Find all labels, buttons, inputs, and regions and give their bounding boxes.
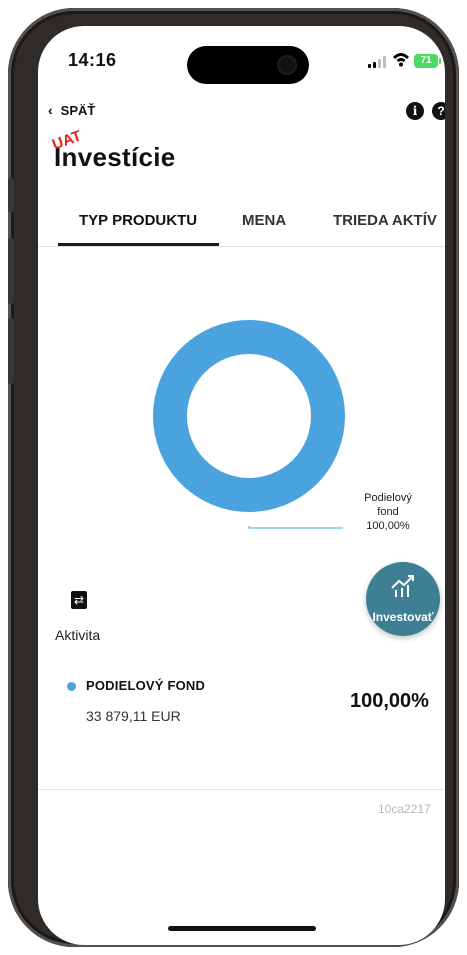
back-label: SPÄŤ [60, 103, 96, 118]
battery-icon: 71 [414, 54, 441, 68]
slice-label-line-1: Podielový [364, 492, 412, 504]
phone-frame: 14:16 71 ‹ SPÄŤ i ? UAT Investície TYP PR… [8, 8, 459, 947]
allocation-chart: Podielový fond 100,00% [38, 276, 445, 576]
tab-mena[interactable]: MENA [242, 212, 286, 229]
wifi-icon [393, 53, 409, 67]
dynamic-island [187, 46, 309, 84]
divider [38, 789, 445, 790]
tab-bar: TYP PRODUKTU MENA TRIEDA AKTÍV [38, 212, 445, 247]
slice-leader-line [248, 526, 343, 529]
volume-up-button [8, 238, 14, 304]
info-icon[interactable]: i [406, 102, 424, 120]
mute-switch [8, 178, 14, 212]
app-screen: 14:16 71 ‹ SPÄŤ i ? UAT Investície TYP PR… [38, 26, 445, 945]
chevron-left-icon: ‹ [48, 102, 53, 118]
camera-icon [277, 55, 297, 75]
volume-down-button [8, 318, 14, 384]
slice-label-line-2: fond [377, 506, 399, 518]
activity-icon[interactable]: ⇄ [71, 591, 87, 609]
legend-dot [67, 682, 76, 691]
active-tab-indicator [58, 243, 219, 246]
tab-typ-produktu[interactable]: TYP PRODUKTU [79, 212, 197, 229]
status-time: 14:16 [68, 50, 117, 70]
slice-label: Podielový fond 100,00% [343, 491, 433, 533]
holding-name: PODIELOVÝ FOND [86, 678, 206, 693]
activity-label[interactable]: Aktivita [55, 627, 100, 643]
status-bar: 14:16 71 [38, 26, 445, 88]
back-button[interactable]: ‹ SPÄŤ [48, 102, 95, 118]
page-header: UAT Investície [50, 127, 176, 173]
growth-chart-icon [391, 575, 414, 597]
build-id: 10ca2217 [378, 802, 431, 816]
invest-button-label: Investovať [372, 610, 434, 624]
tab-trieda-aktiv[interactable]: TRIEDA AKTÍV [333, 212, 437, 229]
holding-amount: 33 879,11 EUR [86, 708, 181, 724]
donut-slice [153, 320, 345, 512]
invest-button[interactable]: Investovať [366, 562, 440, 636]
slice-label-line-3: 100,00% [366, 520, 410, 532]
cellular-signal-icon [368, 56, 388, 68]
home-indicator[interactable] [168, 926, 316, 931]
holding-percent: 100,00% [350, 690, 429, 712]
help-icon[interactable]: ? [432, 102, 445, 120]
